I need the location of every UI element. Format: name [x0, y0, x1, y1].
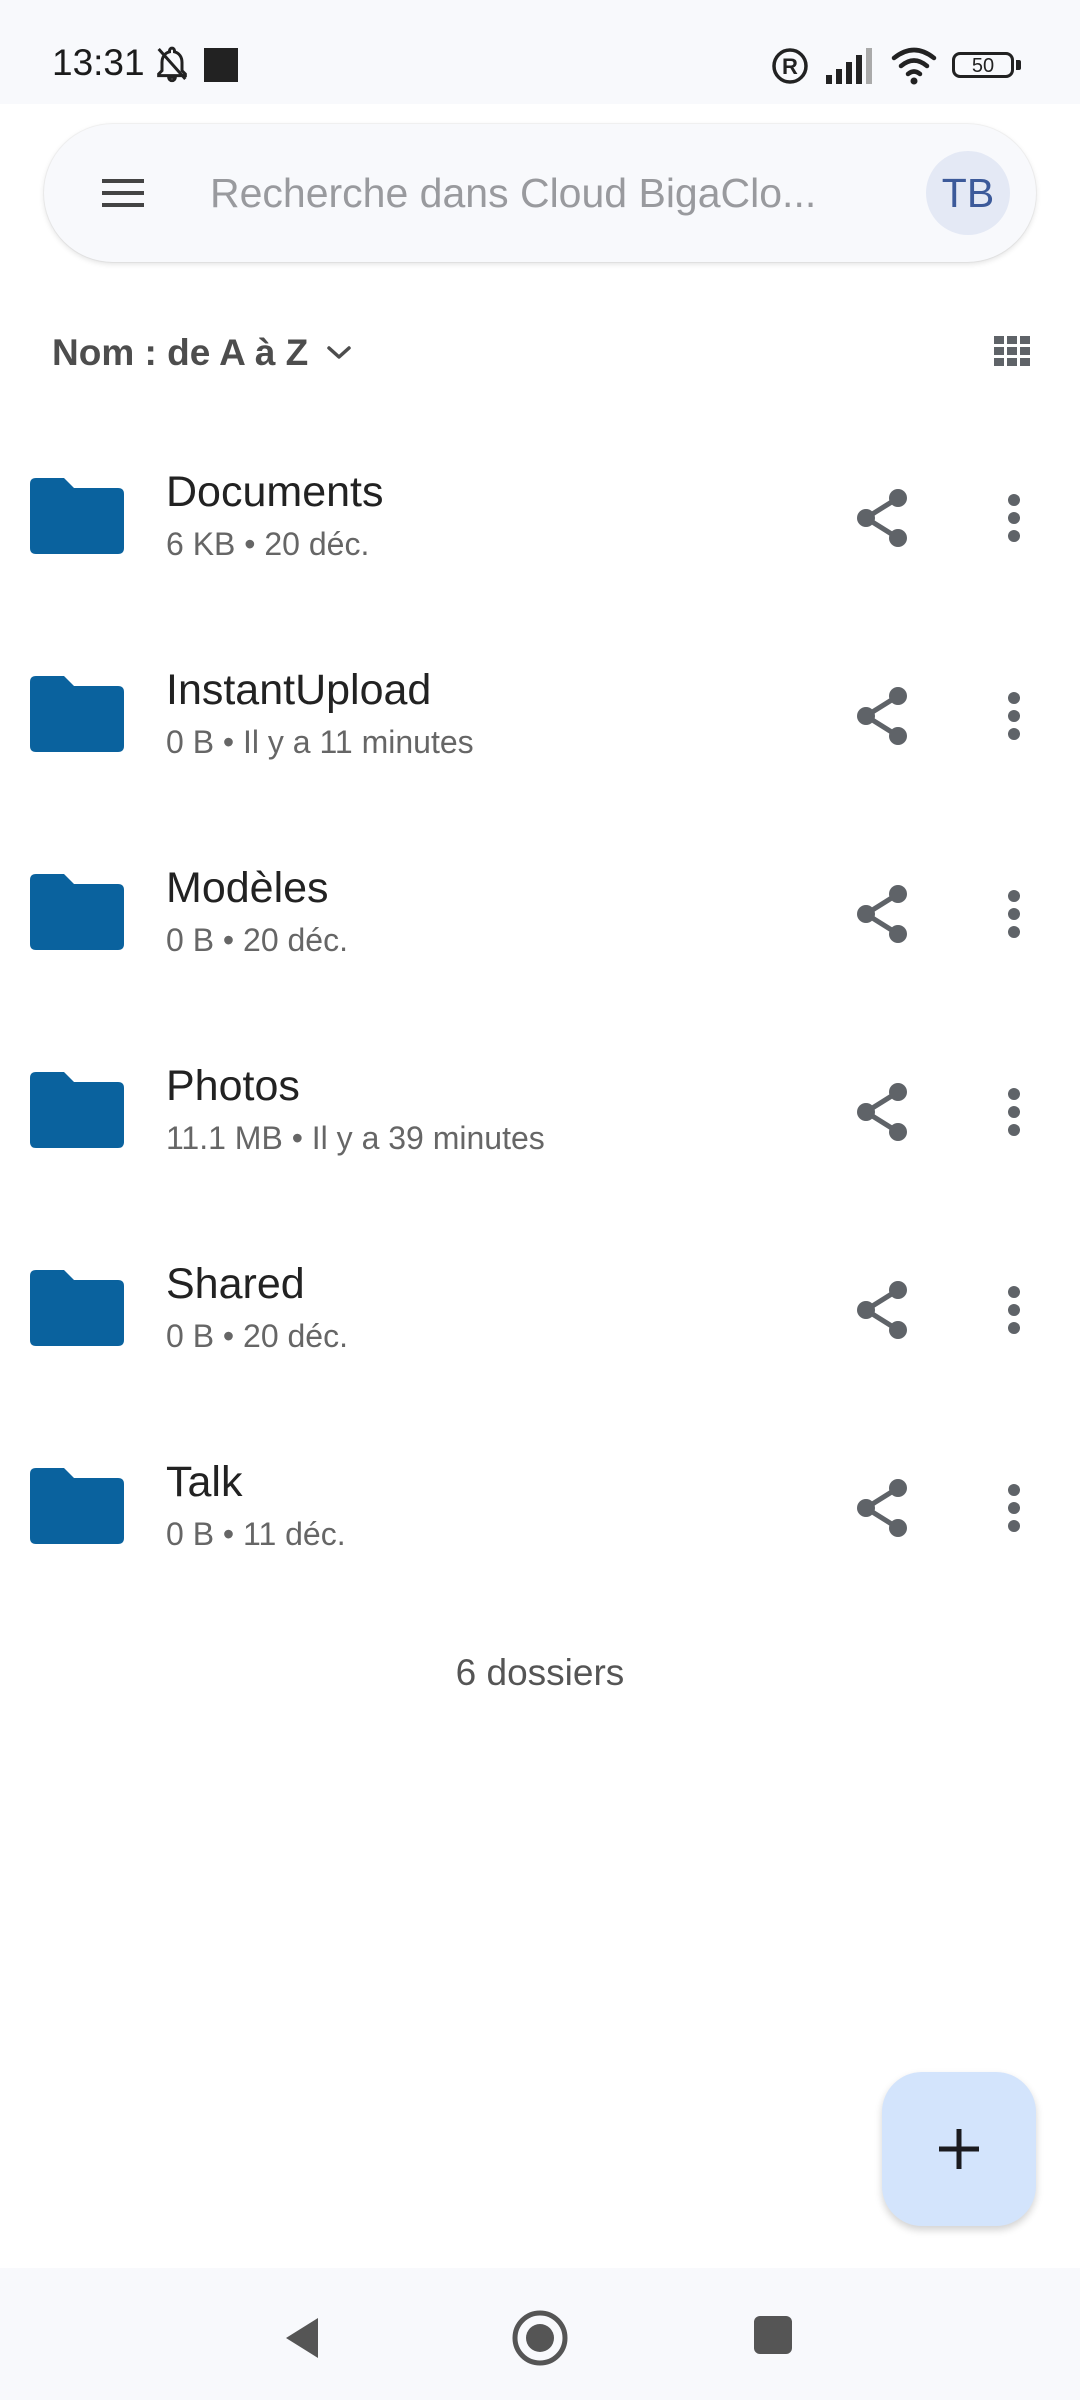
more-vert-icon [1008, 890, 1020, 938]
status-icons: R 50 [770, 44, 1024, 88]
more-vert-icon [1008, 692, 1020, 740]
file-row-talk[interactable]: Talk 0 B • 11 déc. [0, 1408, 1080, 1606]
svg-text:R: R [782, 54, 798, 79]
notifications-off-icon [157, 46, 187, 83]
file-meta: 0 B • 20 déc. [166, 922, 348, 958]
file-row-instantupload[interactable]: InstantUpload 0 B • Il y a 11 minutes [0, 616, 1080, 814]
file-name: Modèles [166, 864, 329, 912]
share-button[interactable] [848, 1078, 916, 1146]
plus-icon [939, 2129, 979, 2169]
notification-square-icon [204, 48, 238, 82]
share-button[interactable] [848, 1474, 916, 1542]
more-vert-icon [1008, 1484, 1020, 1532]
file-name: InstantUpload [166, 666, 432, 714]
back-icon[interactable] [280, 2314, 324, 2362]
folder-count: 6 dossiers [455, 1652, 625, 1693]
file-meta: 6 KB • 20 déc. [166, 526, 370, 562]
search-bar[interactable]: Recherche dans Cloud BigaClo... TB [44, 124, 1036, 262]
signal-icon [826, 48, 872, 84]
system-nav-bar [0, 2268, 1080, 2400]
folder-icon [30, 676, 124, 752]
status-time: 13:31 [52, 42, 145, 83]
folder-icon [30, 1072, 124, 1148]
file-name: Talk [166, 1458, 243, 1506]
add-button[interactable] [882, 2072, 1036, 2226]
status-bar: 13:31 R 50 [0, 0, 1080, 104]
file-meta: 0 B • Il y a 11 minutes [166, 724, 474, 760]
file-list: Documents 6 KB • 20 déc. InstantUpload 0… [0, 418, 1080, 1606]
file-meta: 0 B • 20 déc. [166, 1318, 348, 1354]
share-button[interactable] [848, 1276, 916, 1344]
folder-icon [30, 478, 124, 554]
share-icon [857, 1083, 907, 1141]
file-name: Shared [166, 1260, 305, 1308]
home-icon[interactable] [510, 2308, 570, 2368]
recents-icon[interactable] [752, 2314, 794, 2356]
share-icon [857, 1479, 907, 1537]
more-options-button[interactable] [990, 1078, 1038, 1146]
file-name: Documents [166, 468, 384, 516]
more-options-button[interactable] [990, 1474, 1038, 1542]
file-name: Photos [166, 1062, 300, 1110]
wifi-icon [891, 47, 937, 85]
share-button[interactable] [848, 484, 916, 552]
registered-icon: R [772, 48, 808, 84]
file-meta: 11.1 MB • Il y a 39 minutes [166, 1120, 545, 1156]
more-options-button[interactable] [990, 484, 1038, 552]
file-meta: 0 B • 11 déc. [166, 1516, 346, 1552]
file-row-modeles[interactable]: Modèles 0 B • 20 déc. [0, 814, 1080, 1012]
share-icon [857, 885, 907, 943]
file-row-photos[interactable]: Photos 11.1 MB • Il y a 39 minutes [0, 1012, 1080, 1210]
battery-icon: 50 [952, 48, 1024, 84]
folder-icon [30, 1270, 124, 1346]
sort-label: Nom : de A à Z [52, 332, 309, 373]
file-row-shared[interactable]: Shared 0 B • 20 déc. [0, 1210, 1080, 1408]
more-options-button[interactable] [990, 1276, 1038, 1344]
folder-icon [30, 874, 124, 950]
avatar[interactable]: TB [926, 151, 1010, 235]
more-vert-icon [1008, 1286, 1020, 1334]
menu-icon[interactable] [102, 173, 144, 213]
search-input[interactable]: Recherche dans Cloud BigaClo... [210, 170, 816, 217]
more-options-button[interactable] [990, 880, 1038, 948]
folder-icon [30, 1468, 124, 1544]
more-vert-icon [1008, 494, 1020, 542]
share-icon [857, 687, 907, 745]
more-options-button[interactable] [990, 682, 1038, 750]
battery-level: 50 [971, 55, 995, 77]
grid-view-icon[interactable] [994, 336, 1030, 366]
share-icon [857, 1281, 907, 1339]
more-vert-icon [1008, 1088, 1020, 1136]
sort-selector[interactable]: Nom : de A à Z [52, 328, 352, 378]
file-row-documents[interactable]: Documents 6 KB • 20 déc. [0, 418, 1080, 616]
share-button[interactable] [848, 682, 916, 750]
share-icon [857, 489, 907, 547]
chevron-down-icon [327, 346, 352, 359]
share-button[interactable] [848, 880, 916, 948]
